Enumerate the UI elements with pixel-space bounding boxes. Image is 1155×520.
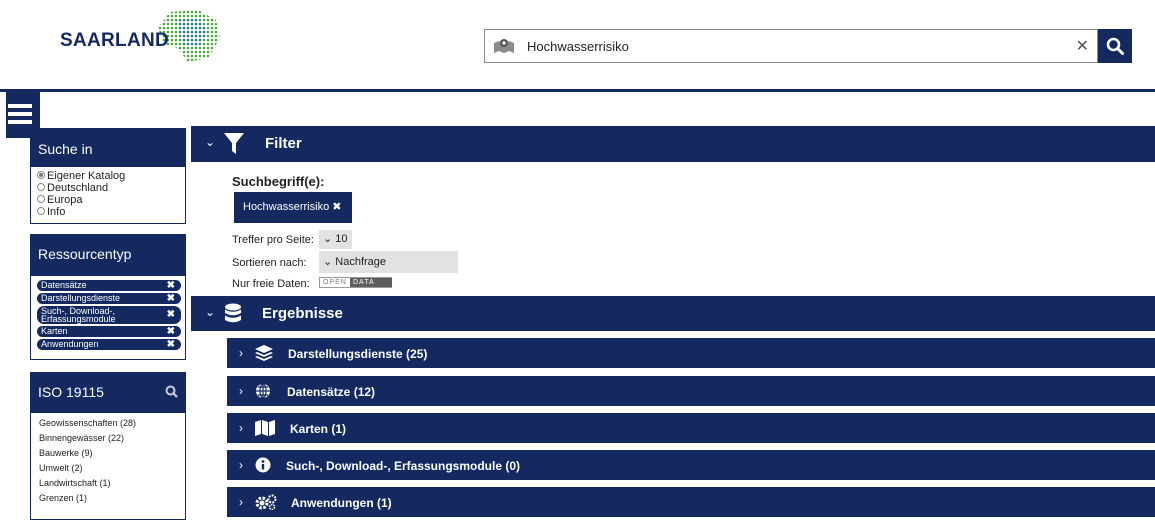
iso-item[interactable]: Binnengewässer (22) xyxy=(39,431,185,446)
result-group-label: Darstellungsdienste (25) xyxy=(288,347,428,361)
result-group-such-download[interactable]: › Such-, Download-, Erfassungsmodule (0) xyxy=(227,450,1155,480)
treffer-select[interactable]: ⌄ 10 xyxy=(319,230,352,249)
suchbegriff-label: Suchbegriff(e): xyxy=(232,174,325,189)
ergebnisse-header[interactable]: ⌄ Ergebnisse xyxy=(191,296,1155,331)
search-button[interactable] xyxy=(1098,29,1132,63)
iso-title: ISO 19115 xyxy=(38,384,104,400)
open-data-toggle[interactable]: OPEN DATA xyxy=(319,277,392,288)
ressourcentyp-chips: Datensätze ✖ Darstellungsdienste ✖ Such-, … xyxy=(30,276,186,360)
sort-label: Sortieren nach: xyxy=(232,257,307,269)
iso-item[interactable]: Grenzen (1) xyxy=(39,491,185,506)
globe-icon xyxy=(256,383,270,399)
remove-icon[interactable]: ✖ xyxy=(167,310,175,320)
chevron-right-icon: › xyxy=(239,346,243,360)
treffer-label: Treffer pro Seite: xyxy=(232,234,314,246)
radio-deutschland[interactable]: Deutschland xyxy=(37,182,185,194)
remove-icon[interactable]: ✖ xyxy=(167,340,175,350)
filter-title: Filter xyxy=(265,135,302,152)
result-group-label: Datensätze (12) xyxy=(287,385,376,399)
chip-datensaetze[interactable]: Datensätze ✖ xyxy=(37,280,181,291)
radio-eigener-katalog[interactable]: Eigener Katalog xyxy=(37,170,185,182)
chevron-down-icon: ⌄ xyxy=(205,135,216,149)
filter-icon xyxy=(224,133,244,154)
chip-karten[interactable]: Karten ✖ xyxy=(37,326,181,337)
remove-icon[interactable]: ✖ xyxy=(167,281,175,291)
search-icon xyxy=(1106,37,1124,55)
result-group-label: Such-, Download-, Erfassungsmodule (0) xyxy=(286,459,521,473)
filter-header[interactable]: ⌄ Filter xyxy=(191,126,1155,162)
result-group-label: Karten (1) xyxy=(290,422,347,436)
radio-icon xyxy=(37,183,45,191)
map-pin-icon xyxy=(494,39,514,53)
chevron-right-icon: › xyxy=(239,458,243,472)
chip-anwendungen[interactable]: Anwendungen ✖ xyxy=(37,339,181,350)
chevron-right-icon: › xyxy=(239,495,243,509)
chip-darstellungsdienste[interactable]: Darstellungsdienste ✖ xyxy=(37,293,181,304)
iso-item[interactable]: Geowissenschaften (28) xyxy=(39,416,185,431)
freie-daten-label: Nur freie Daten: xyxy=(232,278,310,290)
result-group-datensaetze[interactable]: › Datensätze (12) xyxy=(227,376,1155,406)
radio-europa[interactable]: Europa xyxy=(37,194,185,206)
layers-icon xyxy=(255,345,273,361)
iso-list: Geowissenschaften (28) Binnengewässer (2… xyxy=(30,413,186,520)
radio-icon xyxy=(37,195,45,203)
ergebnisse-title: Ergebnisse xyxy=(262,305,343,322)
radio-info[interactable]: Info xyxy=(37,206,185,218)
result-group-label: Anwendungen (1) xyxy=(291,496,392,510)
iso-item[interactable]: Umwelt (2) xyxy=(39,461,185,476)
remove-icon[interactable]: ✖ xyxy=(167,294,175,304)
iso-item[interactable]: Landwirtschaft (1) xyxy=(39,476,185,491)
database-icon xyxy=(225,303,241,323)
suche-in-header: Suche in xyxy=(30,128,186,167)
result-group-darstellungsdienste[interactable]: › Darstellungsdienste (25) xyxy=(227,338,1155,368)
radio-selected-icon xyxy=(37,171,45,179)
ressourcentyp-title: Ressourcentyp xyxy=(38,246,132,262)
map-icon xyxy=(255,420,275,436)
logo-text: SAARLAND xyxy=(60,30,170,51)
iso-header: ISO 19115 xyxy=(30,372,186,413)
header-divider xyxy=(0,89,1155,92)
chevron-right-icon: › xyxy=(239,384,243,398)
result-group-anwendungen[interactable]: › Anwendungen (1) xyxy=(227,487,1155,517)
close-icon[interactable]: ✕ xyxy=(1076,36,1089,56)
gears-icon xyxy=(255,494,277,510)
info-icon xyxy=(255,457,271,473)
chevron-down-icon: ⌄ xyxy=(205,305,216,319)
search-icon[interactable] xyxy=(165,385,178,398)
chip-such-download[interactable]: Such-, Download-, Erfassungsmodule ✖ xyxy=(37,306,181,324)
suche-in-options: Eigener Katalog Deutschland Europa Info xyxy=(30,167,186,224)
suchbegriff-chip[interactable]: Hochwasserrisiko ✖ xyxy=(234,192,352,223)
chevron-right-icon: › xyxy=(239,421,243,435)
remove-icon[interactable]: ✖ xyxy=(167,327,175,337)
suche-in-title: Suche in xyxy=(38,141,93,157)
search-input[interactable] xyxy=(527,36,1047,56)
result-group-karten[interactable]: › Karten (1) xyxy=(227,413,1155,443)
saarland-logo[interactable]: SAARLAND xyxy=(60,10,240,65)
search-box: ✕ xyxy=(484,29,1098,63)
hamburger-icon xyxy=(8,104,32,108)
radio-icon xyxy=(37,207,45,215)
iso-item[interactable]: Bauwerke (9) xyxy=(39,446,185,461)
ressourcentyp-header: Ressourcentyp xyxy=(30,234,186,276)
sort-select[interactable]: ⌄ Nachfrage xyxy=(319,251,458,273)
